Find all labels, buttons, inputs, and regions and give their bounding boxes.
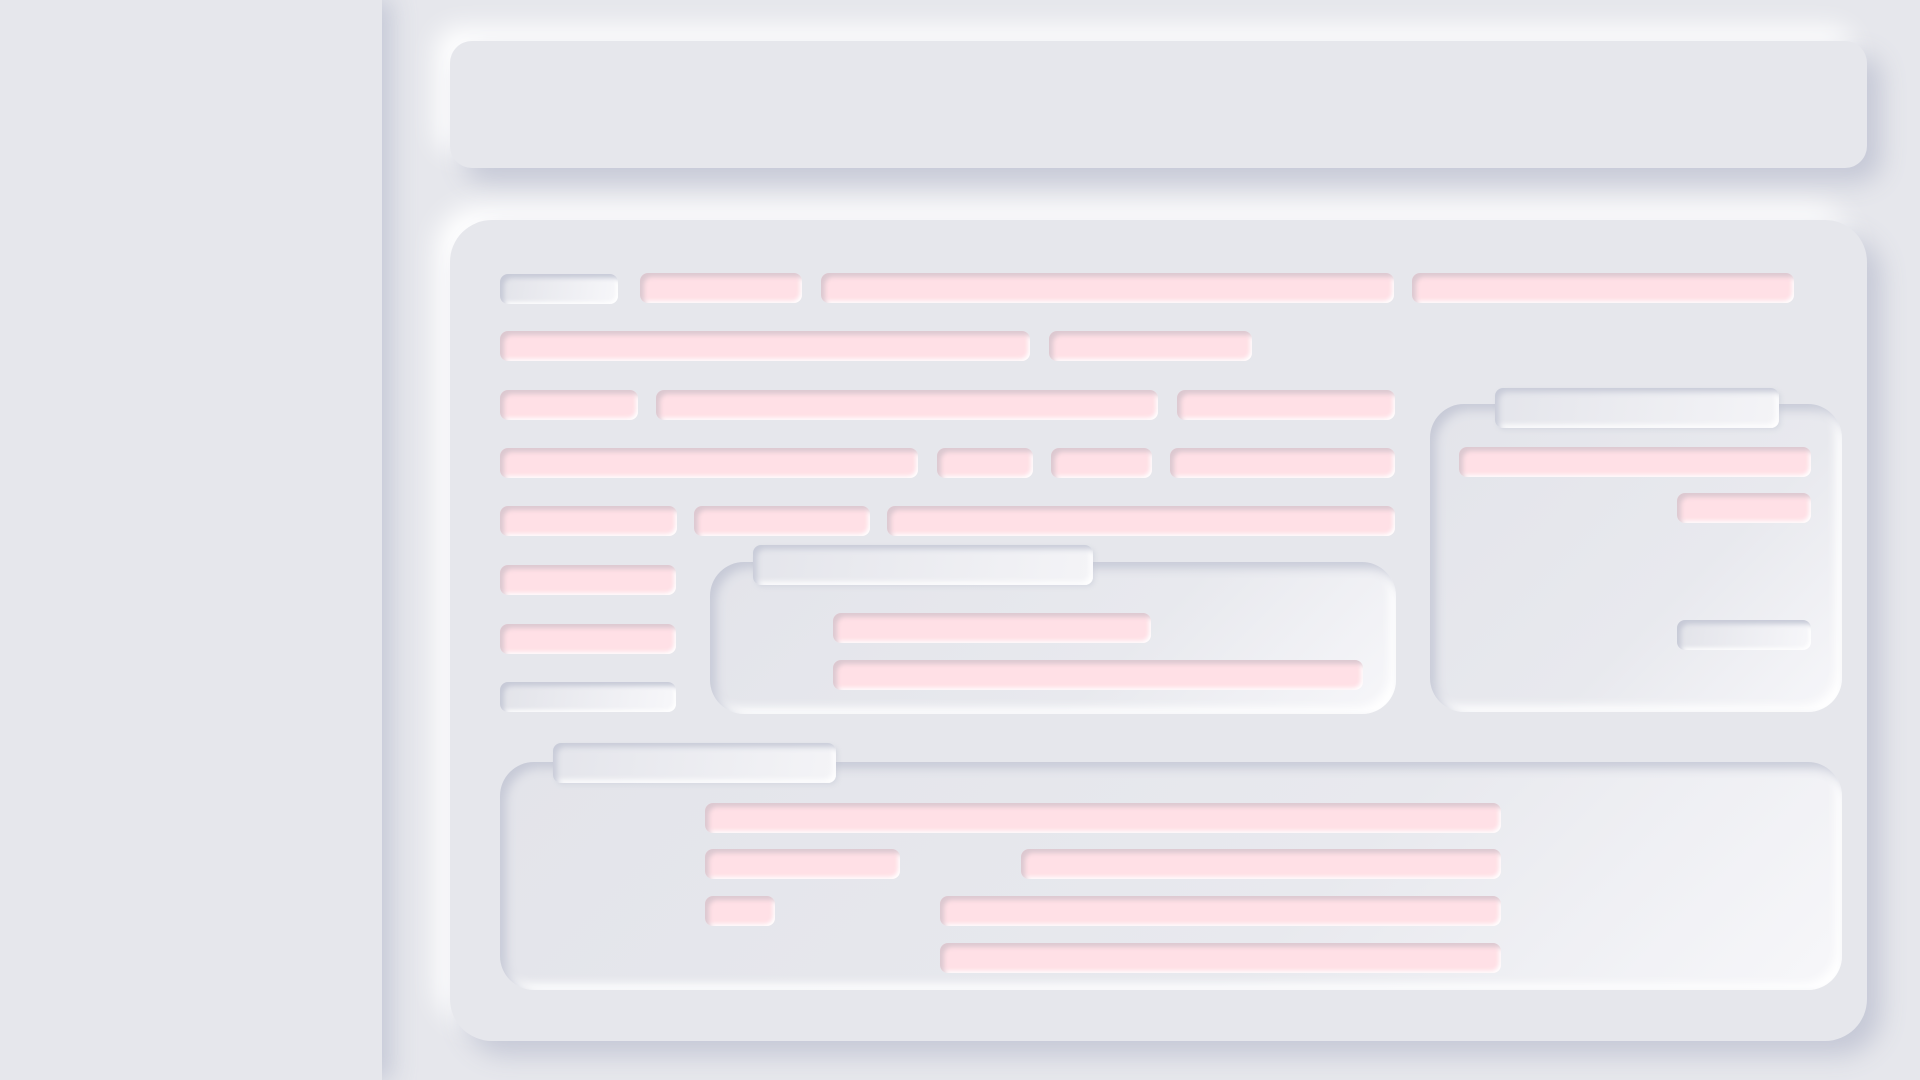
form-control[interactable] xyxy=(500,682,676,712)
form-card xyxy=(450,220,1867,1041)
form-field[interactable] xyxy=(500,448,918,478)
form-field[interactable] xyxy=(833,613,1151,643)
form-field[interactable] xyxy=(500,624,676,654)
form-field[interactable] xyxy=(500,506,677,536)
form-field[interactable] xyxy=(821,273,1394,303)
right-group-legend xyxy=(1495,388,1779,428)
app-window xyxy=(0,0,1920,1080)
main-content xyxy=(382,0,1920,1080)
form-field[interactable] xyxy=(833,660,1363,690)
form-field[interactable] xyxy=(937,448,1033,478)
form-field[interactable] xyxy=(1459,447,1811,477)
form-field[interactable] xyxy=(1177,390,1395,420)
form-field[interactable] xyxy=(500,390,638,420)
form-field[interactable] xyxy=(940,896,1501,926)
form-field[interactable] xyxy=(656,390,1158,420)
form-field[interactable] xyxy=(1051,448,1152,478)
form-control[interactable] xyxy=(1677,620,1811,650)
form-field[interactable] xyxy=(887,506,1395,536)
form-field[interactable] xyxy=(705,849,900,879)
sidebar xyxy=(0,0,382,1080)
form-toggle-control[interactable] xyxy=(500,274,618,304)
right-group-panel xyxy=(1430,404,1842,712)
form-field[interactable] xyxy=(1412,273,1794,303)
header-bar xyxy=(450,41,1867,168)
bottom-group-legend xyxy=(553,743,836,783)
form-field[interactable] xyxy=(1049,331,1252,361)
bottom-group-panel xyxy=(500,762,1842,990)
center-group-legend xyxy=(753,545,1093,585)
form-field[interactable] xyxy=(1170,448,1395,478)
form-field[interactable] xyxy=(705,803,1501,833)
form-field[interactable] xyxy=(500,331,1030,361)
form-field[interactable] xyxy=(705,896,775,926)
form-field[interactable] xyxy=(500,565,676,595)
form-field[interactable] xyxy=(1677,493,1811,523)
form-field[interactable] xyxy=(640,273,802,303)
form-field[interactable] xyxy=(940,943,1501,973)
form-field[interactable] xyxy=(1021,849,1501,879)
form-field[interactable] xyxy=(694,506,870,536)
